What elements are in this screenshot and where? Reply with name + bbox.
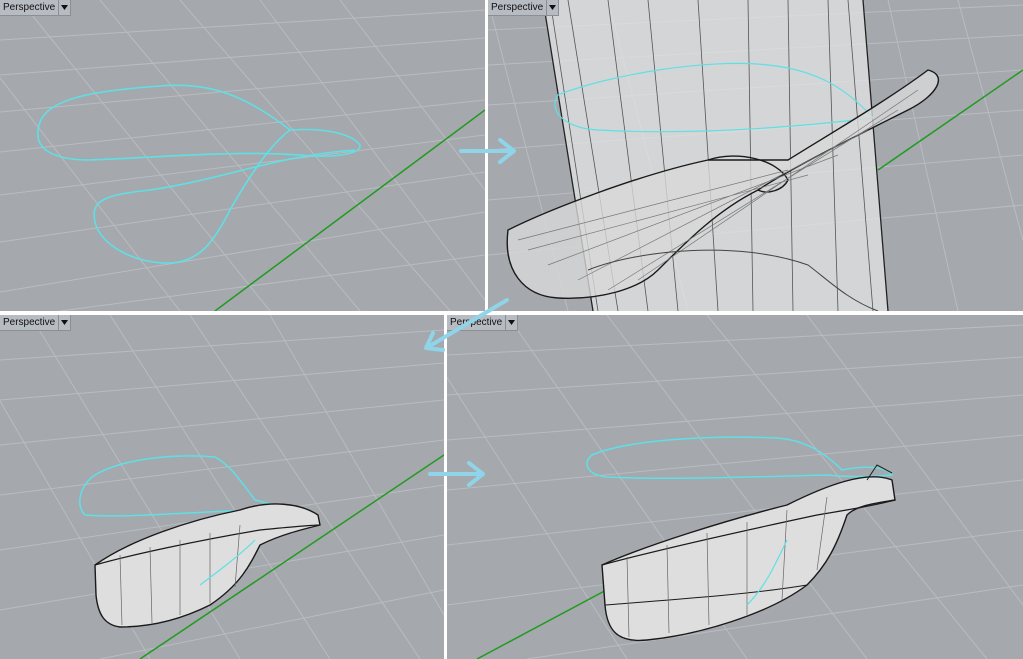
triangle-down-icon [61, 320, 69, 325]
viewport-bottom-left[interactable]: Perspective [0, 315, 444, 659]
viewport-menu-button[interactable] [58, 0, 70, 15]
viewport-top-left[interactable]: Perspective [0, 0, 485, 311]
top-curve [37, 84, 361, 161]
triangle-down-icon [549, 5, 557, 10]
x-axis-line [214, 109, 485, 311]
viewport-title: Perspective [491, 2, 544, 13]
viewport-bottom-right[interactable]: Perspective [447, 315, 1023, 659]
viewport-menu-button[interactable] [58, 315, 70, 330]
viewport-menu-button[interactable] [505, 315, 517, 330]
sweep-solid [601, 476, 896, 642]
triangle-down-icon [508, 320, 516, 325]
viewport-scene[interactable] [488, 0, 1023, 311]
construction-grid [0, 315, 444, 659]
viewport-title-tab[interactable]: Perspective [0, 315, 72, 331]
viewport-title: Perspective [3, 2, 56, 13]
sweep-solid [94, 503, 321, 628]
viewport-title: Perspective [450, 317, 503, 328]
viewport-title-tab[interactable]: Perspective [488, 0, 560, 16]
construction-grid [0, 0, 485, 311]
x-axis-line [877, 69, 1023, 171]
viewport-menu-button[interactable] [546, 0, 558, 15]
viewport-top-right[interactable]: Perspective [488, 0, 1023, 311]
viewport-title: Perspective [3, 317, 56, 328]
viewport-scene[interactable] [0, 0, 485, 311]
viewport-scene[interactable] [0, 315, 444, 659]
viewport-scene[interactable] [447, 315, 1023, 659]
viewport-title-tab[interactable]: Perspective [447, 315, 519, 331]
viewport-title-tab[interactable]: Perspective [0, 0, 72, 16]
triangle-down-icon [61, 5, 69, 10]
